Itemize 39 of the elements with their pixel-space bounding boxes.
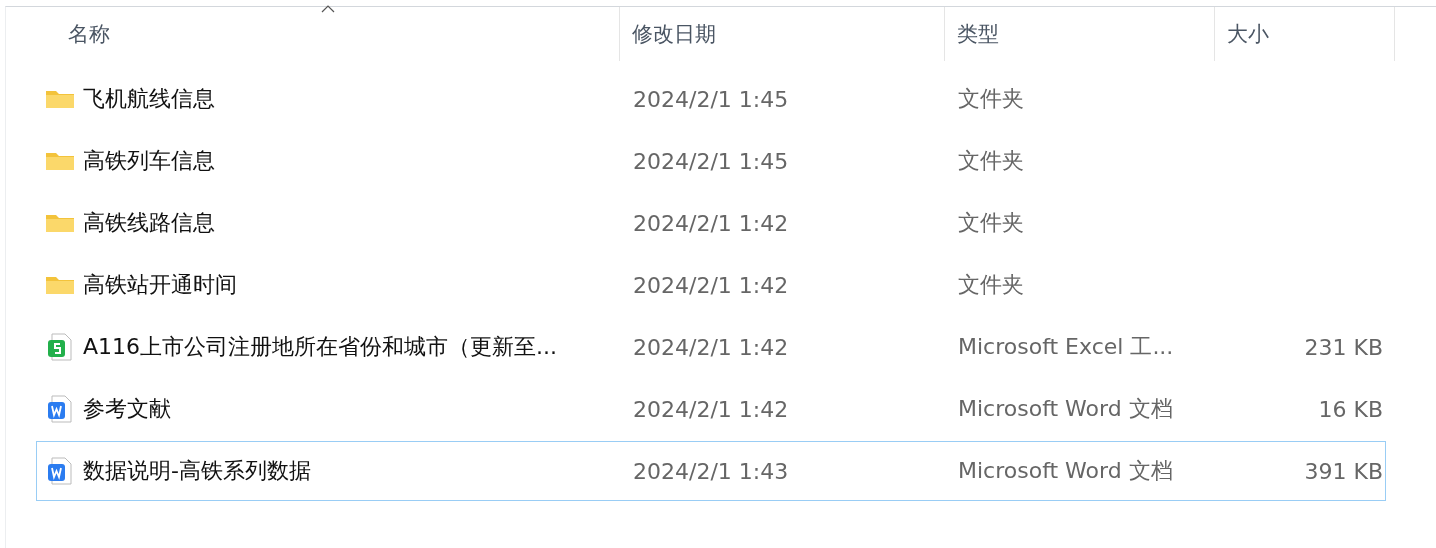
file-row[interactable]: 飞机航线信息 2024/2/1 1:45 文件夹 [36,69,1386,129]
document-icon [45,394,75,424]
file-row[interactable]: 高铁线路信息 2024/2/1 1:42 文件夹 [36,193,1386,253]
file-row[interactable]: 参考文献 2024/2/1 1:42 Microsoft Word 文档 16 KB [36,379,1386,439]
file-name: 参考文献 [83,395,171,423]
file-row[interactable]: A116上市公司注册地所在省份和城市（更新至... 2024/2/1 1:42 Microsoft Excel 工... 231 KB [36,317,1386,377]
file-row[interactable]: 高铁站开通时间 2024/2/1 1:42 文件夹 [36,255,1386,315]
file-size: 231 KB [1304,334,1383,360]
file-type: 文件夹 [957,271,1025,299]
modified-date: 2024/2/1 1:42 [632,334,790,360]
file-type: Microsoft Word 文档 [957,395,1174,423]
file-row[interactable]: 高铁列车信息 2024/2/1 1:45 文件夹 [36,131,1386,191]
column-header[interactable]: 类型 [945,7,1215,61]
file-name: 高铁站开通时间 [83,271,237,299]
file-size: 16 KB [1318,396,1383,422]
file-type: 文件夹 [957,85,1025,113]
file-type: 文件夹 [957,147,1025,175]
file-name: 高铁列车信息 [83,147,215,175]
modified-date: 2024/2/1 1:42 [632,396,790,422]
column-header[interactable]: 修改日期 [620,7,945,61]
column-header[interactable]: 名称 [36,7,620,61]
file-size: 391 KB [1304,458,1383,484]
modified-date: 2024/2/1 1:42 [632,210,790,236]
file-name: A116上市公司注册地所在省份和城市（更新至... [83,333,558,361]
modified-date: 2024/2/1 1:45 [632,86,790,112]
sort-ascending-icon [320,5,335,13]
file-name: 高铁线路信息 [83,209,215,237]
column-header[interactable]: 大小 [1215,7,1395,61]
file-type: 文件夹 [957,209,1025,237]
modified-date: 2024/2/1 1:43 [632,458,790,484]
file-name: 数据说明-高铁系列数据 [83,457,311,485]
file-row[interactable]: 数据说明-高铁系列数据 2024/2/1 1:43 Microsoft Word 文档 391 KB [36,441,1386,501]
modified-date: 2024/2/1 1:45 [632,148,790,174]
file-type: Microsoft Word 文档 [957,457,1174,485]
file-name: 飞机航线信息 [83,85,215,113]
modified-date: 2024/2/1 1:42 [632,272,790,298]
file-type: Microsoft Excel 工... [957,333,1175,361]
spreadsheet-icon [45,332,75,362]
document-icon [45,456,75,486]
